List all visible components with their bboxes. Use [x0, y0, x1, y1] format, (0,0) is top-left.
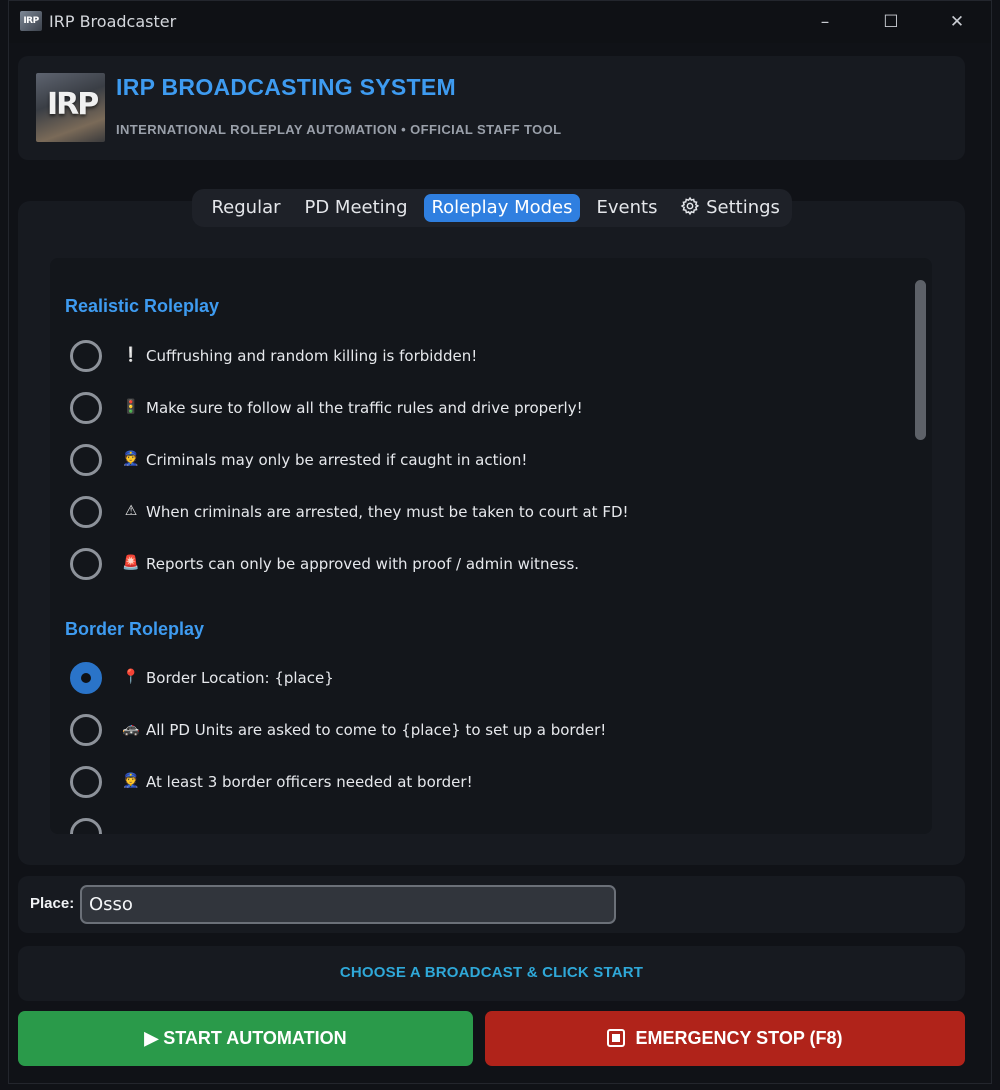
broadcast-list[interactable]: Realistic Roleplay ❕ Cuffrushing and ran… [50, 258, 932, 834]
tab-roleplay-modes[interactable]: Roleplay Modes [424, 194, 580, 222]
option-label: When criminals are arrested, they must b… [146, 503, 629, 521]
list-item-partial[interactable] [70, 818, 890, 834]
police-officer-icon: 👮 [122, 773, 140, 789]
radio-button[interactable] [70, 818, 102, 834]
list-item[interactable]: 🚦 Make sure to follow all the traffic ru… [70, 392, 890, 426]
gear-icon [680, 196, 700, 216]
radio-button[interactable] [70, 548, 102, 580]
tab-pd-meeting[interactable]: PD Meeting [296, 194, 416, 222]
option-label: Criminals may only be arrested if caught… [146, 451, 528, 469]
option-label: Reports can only be approved with proof … [146, 555, 580, 573]
list-item[interactable]: 🚨 Reports can only be approved with proo… [70, 548, 890, 582]
option-label: Border Location: {place} [146, 669, 334, 687]
option-label: Cuffrushing and random killing is forbid… [146, 347, 478, 365]
police-officer-icon: 👮 [122, 451, 140, 467]
radio-button[interactable] [70, 392, 102, 424]
traffic-light-icon: 🚦 [122, 399, 140, 415]
warning-icon: ⚠ [124, 503, 138, 519]
logo-text: IRP [47, 87, 99, 122]
list-item[interactable]: 👮 Criminals may only be arrested if caug… [70, 444, 890, 478]
window-title: IRP Broadcaster [49, 12, 177, 31]
section-title-border: Border Roleplay [65, 619, 205, 639]
scrollbar-thumb[interactable] [915, 280, 926, 440]
stop-icon [607, 1029, 626, 1047]
irp-app-icon: IRP [20, 11, 42, 31]
list-item[interactable]: ⚠ When criminals are arrested, they must… [70, 496, 890, 530]
status-message: CHOOSE A BROADCAST & CLICK START [339, 964, 644, 981]
app-subtitle: INTERNATIONAL ROLEPLAY AUTOMATION • OFFI… [116, 122, 562, 137]
radio-button[interactable] [70, 766, 102, 798]
irp-logo: IRP [36, 73, 105, 142]
tab-regular[interactable]: Regular [201, 194, 291, 222]
radio-button[interactable] [70, 444, 102, 476]
option-label: At least 3 border officers needed at bor… [146, 773, 473, 791]
option-label: All PD Units are asked to come to {place… [146, 721, 607, 739]
place-card: Place: [18, 876, 965, 933]
tab-settings-label: Settings [706, 197, 780, 218]
minimize-button[interactable]: – [805, 9, 845, 35]
list-item[interactable]: ❕ Cuffrushing and random killing is forb… [70, 340, 890, 374]
tab-settings[interactable]: Settings [678, 194, 782, 222]
status-card: CHOOSE A BROADCAST & CLICK START [18, 946, 965, 1001]
list-item[interactable]: 🚓 All PD Units are asked to come to {pla… [70, 714, 890, 748]
radio-button[interactable] [70, 714, 102, 746]
radio-button-selected[interactable] [70, 662, 102, 694]
police-car-icon: 🚓 [122, 721, 140, 737]
radio-button[interactable] [70, 340, 102, 372]
list-item[interactable]: 📍 Border Location: {place} [70, 662, 890, 696]
tab-events[interactable]: Events [588, 194, 666, 222]
list-item[interactable]: 👮 At least 3 border officers needed at b… [70, 766, 890, 800]
siren-icon: 🚨 [122, 555, 140, 571]
tab-bar: Regular PD Meeting Roleplay Modes Events… [192, 189, 792, 227]
place-input[interactable] [80, 885, 616, 924]
close-button[interactable]: ✕ [937, 9, 977, 35]
place-label: Place: [30, 895, 75, 912]
emergency-stop-button[interactable]: EMERGENCY STOP (F8) [485, 1011, 965, 1066]
start-automation-button[interactable]: ▶ START AUTOMATION [18, 1011, 473, 1066]
exclamation-icon: ❕ [122, 347, 140, 363]
section-title-realistic: Realistic Roleplay [65, 296, 220, 316]
maximize-button[interactable]: ☐ [871, 9, 911, 35]
emergency-stop-label: EMERGENCY STOP (F8) [635, 1028, 843, 1048]
pin-icon: 📍 [122, 669, 140, 685]
app-heading: IRP BROADCASTING SYSTEM [116, 74, 457, 100]
option-label: Make sure to follow all the traffic rule… [146, 399, 583, 417]
title-bar[interactable]: IRP IRP Broadcaster – ☐ ✕ [9, 1, 991, 43]
header-card: IRP IRP BROADCASTING SYSTEM INTERNATIONA… [18, 56, 965, 160]
radio-button[interactable] [70, 496, 102, 528]
